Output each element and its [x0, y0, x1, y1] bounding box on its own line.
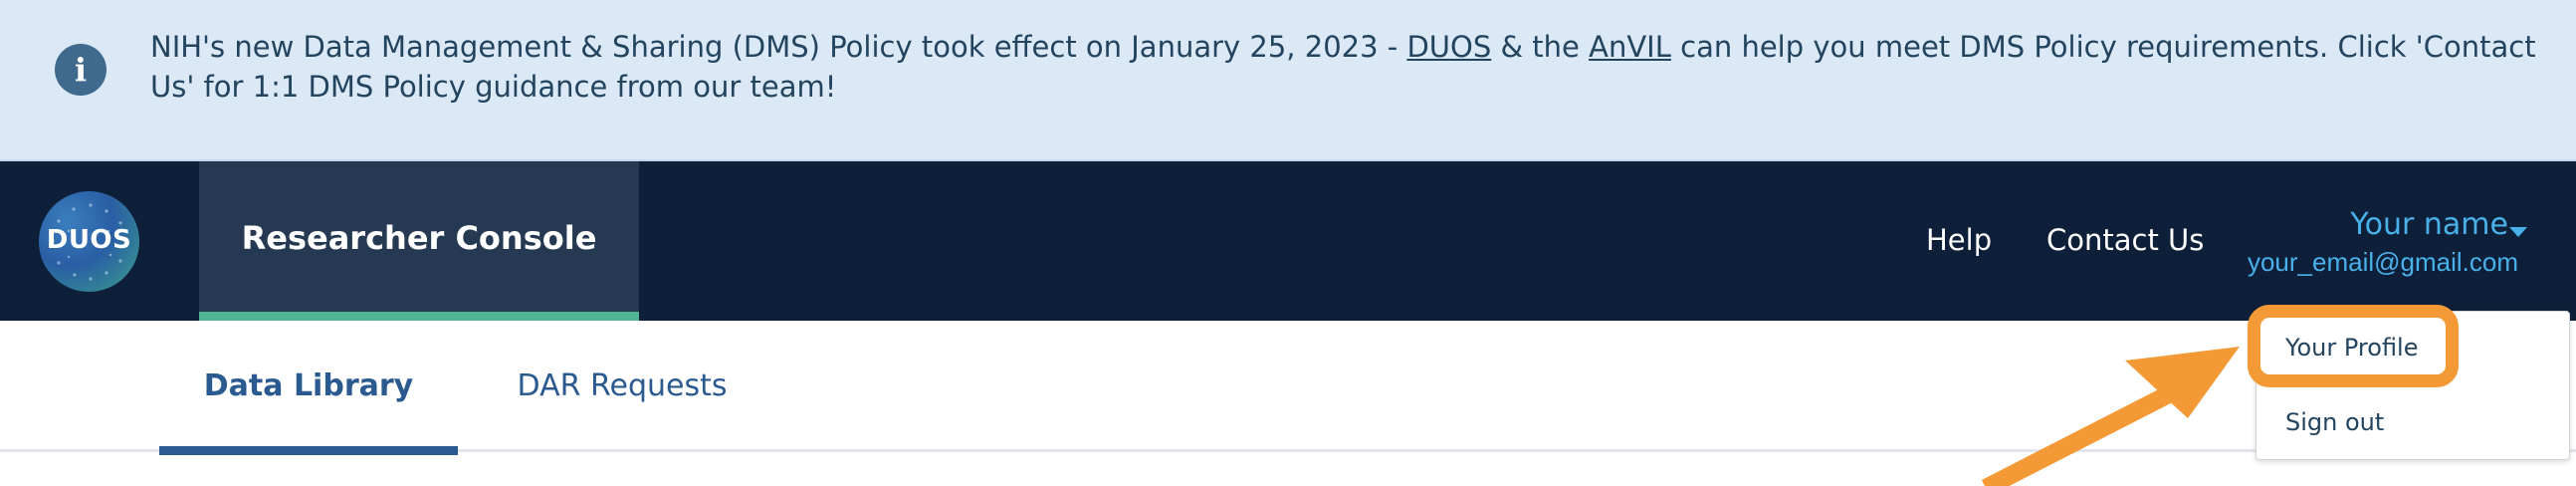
user-email[interactable]: your_email@gmail.com	[2220, 247, 2518, 278]
tab-data-library-label: Data Library	[203, 368, 414, 403]
tab-dar-requests-label: DAR Requests	[517, 368, 728, 403]
duos-link[interactable]: DUOS	[1406, 30, 1491, 64]
contact-us-link[interactable]: Contact Us	[2046, 223, 2204, 257]
active-tab-indicator	[199, 312, 639, 321]
tab-dar-requests[interactable]: DAR Requests	[488, 321, 756, 452]
sign-out-menu-item[interactable]: Sign out	[2285, 408, 2384, 436]
duos-logo[interactable]: DUOS	[39, 191, 139, 292]
banner-text-before: NIH's new Data Management & Sharing (DMS…	[150, 30, 1407, 64]
anvil-link[interactable]: AnVIL	[1589, 30, 1671, 64]
policy-banner: i NIH's new Data Management & Sharing (D…	[0, 0, 2576, 161]
top-navbar: DUOS Researcher Console Help Contact Us …	[0, 161, 2576, 321]
help-link[interactable]: Help	[1926, 223, 1992, 257]
chevron-down-icon[interactable]	[2509, 227, 2527, 237]
profile-highlight-box	[2248, 305, 2459, 387]
researcher-console-tab[interactable]: Researcher Console	[199, 161, 639, 321]
info-icon: i	[55, 44, 107, 96]
researcher-console-label: Researcher Console	[241, 219, 597, 257]
tab-data-library[interactable]: Data Library	[159, 321, 458, 455]
user-name[interactable]: Your name	[2289, 207, 2508, 242]
banner-message: NIH's new Data Management & Sharing (DMS…	[150, 27, 2539, 107]
active-tab-underline	[159, 446, 458, 455]
logo-text: DUOS	[46, 225, 132, 255]
banner-text-between: & the	[1491, 30, 1590, 64]
sub-navigation: Data Library DAR Requests	[0, 321, 2576, 455]
